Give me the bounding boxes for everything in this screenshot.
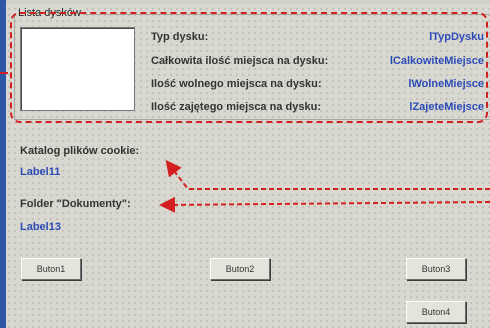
annotation-arrows [159,159,490,213]
documents-arrow [159,196,490,213]
cookie-arrow [165,159,490,190]
